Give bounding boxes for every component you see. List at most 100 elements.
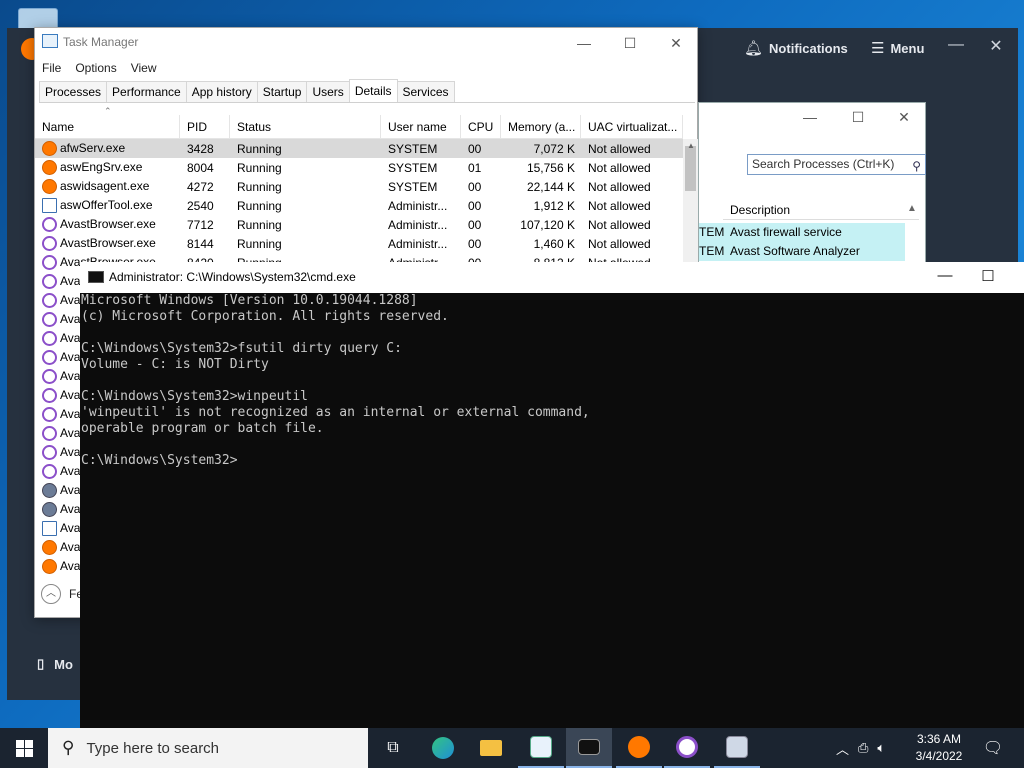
table-cell-pid: 8004 <box>187 160 214 175</box>
chevron-up-icon[interactable]: ︿ <box>836 739 849 758</box>
table-cell-cpu: 01 <box>468 160 482 175</box>
file-explorer-button[interactable] <box>468 728 514 768</box>
avast-taskbar-button[interactable] <box>616 728 662 768</box>
gear-icon <box>42 502 57 518</box>
tab-users[interactable]: Users <box>306 81 350 102</box>
menu-options[interactable]: Options <box>68 58 123 78</box>
table-cell-name: Avas <box>35 521 86 537</box>
pw-maximize-button[interactable]: ☐ <box>835 109 881 126</box>
table-row[interactable]: aswEngSrv.exe 8004 Running SYSTEM 01 15,756 K… <box>35 158 683 177</box>
task-manager-icon <box>530 736 552 758</box>
search-icon[interactable]: ⚲ <box>912 157 921 176</box>
table-cell-status: Running <box>237 160 282 175</box>
cmd-minimize-button[interactable]: — <box>922 267 968 284</box>
tm-maximize-button[interactable]: ☐ <box>607 32 653 54</box>
table-cell-uac: Not allowed <box>588 160 651 175</box>
pw-minimize-button[interactable]: — <box>787 109 833 125</box>
pw-cell-description: Avast Software Analyzer <box>730 244 860 258</box>
table-cell-status: Running <box>237 179 282 194</box>
table-cell-name: Avas <box>35 426 86 442</box>
col-name[interactable]: Name <box>35 115 180 138</box>
cmd-output[interactable]: Microsoft Windows [Version 10.0.19044.12… <box>80 293 1024 469</box>
col-memory[interactable]: Memory (a... <box>501 115 581 138</box>
pw-column-header[interactable]: Description ▲ <box>723 200 919 220</box>
table-cell-name: Avas <box>35 407 86 423</box>
gear-icon <box>42 483 57 499</box>
avast-browser-icon <box>42 388 57 404</box>
process-search-input[interactable]: Search Processes (Ctrl+K) ⚲ <box>747 154 926 175</box>
table-row[interactable]: AvastBrowser.exe 7712 Running Administr... 0… <box>35 215 683 234</box>
cmd-line: Volume - C: is NOT Dirty <box>81 357 269 372</box>
clock[interactable]: 3:36 AM 3/4/2022 <box>902 731 976 765</box>
table-cell-memory: 1,460 K <box>533 236 575 251</box>
col-status[interactable]: Status <box>230 115 381 138</box>
col-pid[interactable]: PID <box>180 115 230 138</box>
scroll-up-icon[interactable]: ▲ <box>687 141 695 150</box>
tm-close-button[interactable]: ✕ <box>653 32 699 54</box>
tm-scrollbar-thumb[interactable] <box>685 146 696 191</box>
mobile-item[interactable]: ▯ Mo <box>37 656 73 672</box>
edge-icon <box>432 737 454 759</box>
cmd-taskbar-button[interactable] <box>566 728 612 768</box>
avast-browser-taskbar-button[interactable] <box>664 728 710 768</box>
tab-details[interactable]: Details <box>348 79 398 102</box>
cmd-line: Microsoft Windows [Version 10.0.19044.12… <box>81 293 418 308</box>
processes-taskbar-button[interactable] <box>714 728 760 768</box>
avast-browser-icon <box>42 445 57 461</box>
window-icon <box>42 198 57 214</box>
phone-icon: ▯ <box>37 656 45 671</box>
tm-minimize-button[interactable]: — <box>561 32 607 54</box>
table-cell-name: afwServ.exe <box>35 141 180 157</box>
table-row[interactable]: afwServ.exe 3428 Running SYSTEM 00 7,072 K Not… <box>35 139 683 158</box>
volume-icon[interactable]: 🔈︎ <box>877 740 885 756</box>
table-row[interactable]: aswidsagent.exe 4272 Running SYSTEM 00 22,144… <box>35 177 683 196</box>
table-cell-memory: 107,120 K <box>520 217 575 232</box>
avast-close-button[interactable]: ✕ <box>981 36 1011 56</box>
task-manager-titlebar[interactable]: Task Manager — ☐ ✕ <box>35 28 697 56</box>
avast-browser-icon <box>42 274 57 290</box>
notifications-label: Notifications <box>769 40 848 56</box>
taskmgr-taskbar-button[interactable] <box>518 728 564 768</box>
pw-cell-user: TEM <box>699 225 725 239</box>
pw-row[interactable]: TEM Avast Software Analyzer <box>699 242 905 261</box>
table-cell-cpu: 00 <box>468 141 482 156</box>
menu-file[interactable]: File <box>35 58 68 78</box>
menu-button[interactable]: ☰ Menu <box>871 39 924 57</box>
table-cell-uac: Not allowed <box>588 179 651 194</box>
cmd-titlebar[interactable]: Administrator: C:\Windows\System32\cmd.e… <box>80 262 1024 293</box>
taskbar-search-box[interactable]: ⚲ Type here to search <box>48 728 368 768</box>
cmd-line: C:\Windows\System32> <box>81 453 238 468</box>
table-cell-user: SYSTEM <box>388 160 438 175</box>
menu-view[interactable]: View <box>124 58 164 78</box>
action-center-button[interactable]: 🗨︎ <box>978 728 1008 768</box>
table-row[interactable]: AvastBrowser.exe 8144 Running Administr... 0… <box>35 234 683 253</box>
notifications-button[interactable]: 🔔︎ Notifications <box>744 39 848 57</box>
cmd-window[interactable]: Administrator: C:\Windows\System32\cmd.e… <box>80 262 1024 728</box>
scroll-up-icon[interactable]: ▲ <box>907 203 917 214</box>
tab-processes[interactable]: Processes <box>39 81 108 102</box>
tab-performance[interactable]: Performance <box>106 81 187 102</box>
tab-startup[interactable]: Startup <box>256 81 308 102</box>
task-view-button[interactable]: ⧉ <box>370 728 416 768</box>
col-uac[interactable]: UAC virtualizat... <box>581 115 683 138</box>
edge-button[interactable] <box>420 728 466 768</box>
process-search-placeholder: Search Processes (Ctrl+K) <box>752 157 895 171</box>
table-cell-user: Administr... <box>388 236 448 251</box>
table-row[interactable]: aswOfferTool.exe 2540 Running Administr... 0… <box>35 196 683 215</box>
table-cell-pid: 3428 <box>187 141 214 156</box>
avast-minimize-button[interactable]: — <box>941 36 971 54</box>
pw-row[interactable]: TEM Avast firewall service <box>699 223 905 242</box>
tab-app-history[interactable]: App history <box>185 81 258 102</box>
start-button[interactable] <box>0 728 48 768</box>
cmd-title: Administrator: C:\Windows\System32\cmd.e… <box>109 270 356 284</box>
pw-close-button[interactable]: ✕ <box>881 109 927 126</box>
network-icon[interactable]: ⎙ <box>858 740 868 756</box>
cmd-maximize-button[interactable]: ☐ <box>965 267 1011 285</box>
col-user-name[interactable]: User name <box>381 115 461 138</box>
cmd-line: C:\Windows\System32>fsutil dirty query C… <box>81 341 402 356</box>
col-cpu[interactable]: CPU <box>461 115 501 138</box>
fewer-details-button[interactable]: ︿ Fe <box>41 584 83 604</box>
task-view-icon: ⧉ <box>387 739 399 756</box>
avast-browser-icon <box>42 426 57 442</box>
tab-services[interactable]: Services <box>396 81 455 102</box>
